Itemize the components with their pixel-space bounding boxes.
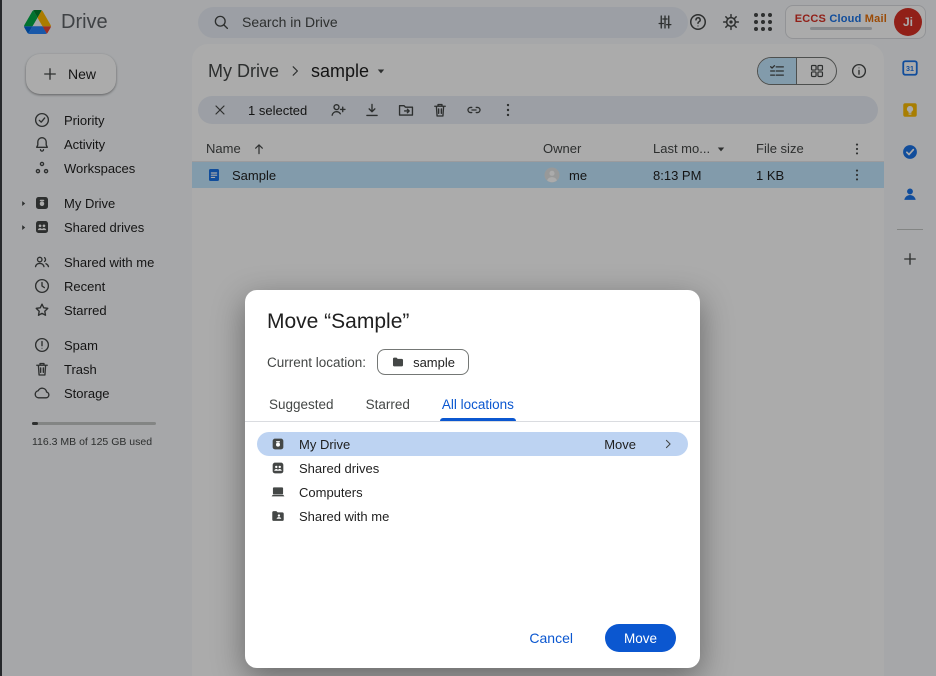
location-row-computers[interactable]: Computers (257, 480, 688, 504)
current-location-chip[interactable]: sample (377, 349, 469, 375)
shared-drives-icon (270, 460, 286, 476)
current-location-label: Current location: (267, 355, 366, 370)
folder-icon (391, 355, 405, 369)
open-folder-chevron-icon[interactable] (661, 437, 675, 451)
dialog-title: Move “Sample” (267, 310, 678, 334)
location-list: My Drive Move Shared drives Computers Sh… (257, 432, 688, 528)
location-row-my-drive[interactable]: My Drive Move (257, 432, 688, 456)
tab-starred[interactable]: Starred (364, 391, 412, 421)
tab-suggested[interactable]: Suggested (267, 391, 336, 421)
current-location-name: sample (413, 355, 455, 370)
move-here-label[interactable]: Move (604, 437, 636, 452)
shared-folder-icon (270, 508, 286, 524)
location-row-shared-with-me[interactable]: Shared with me (257, 504, 688, 528)
google-drive-window: Drive ECCS Cloud Mail (0, 0, 936, 676)
move-button[interactable]: Move (605, 624, 676, 652)
location-row-shared-drives[interactable]: Shared drives (257, 456, 688, 480)
computer-icon (270, 484, 286, 500)
move-dialog: Move “Sample” Current location: sample S… (245, 290, 700, 668)
dialog-tabs: Suggested Starred All locations (245, 391, 700, 422)
my-drive-icon (270, 436, 286, 452)
cancel-button[interactable]: Cancel (523, 629, 579, 647)
location-label: Computers (299, 485, 363, 500)
location-label: Shared drives (299, 461, 379, 476)
location-label: My Drive (299, 437, 350, 452)
location-label: Shared with me (299, 509, 389, 524)
tab-all-locations[interactable]: All locations (440, 391, 516, 421)
